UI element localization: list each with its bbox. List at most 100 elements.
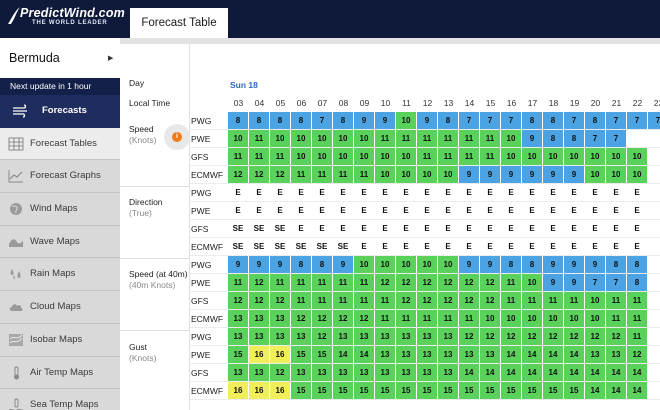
info-button[interactable]: i: [164, 124, 190, 150]
forecast-cell: 7: [606, 274, 626, 291]
forecast-cell: E: [627, 184, 647, 201]
forecast-cell: 7: [648, 112, 660, 129]
forecast-cell: 11: [312, 166, 332, 183]
forecast-cell: 12: [501, 328, 521, 345]
forecast-cell: 12: [270, 292, 290, 309]
model-label: PWG: [191, 116, 212, 126]
sidebar-item-isobar-maps[interactable]: Isobar Maps: [0, 323, 120, 357]
forecast-cell: 14: [501, 346, 521, 363]
forecast-cell: 7: [312, 112, 332, 129]
forecast-cell: E: [312, 184, 332, 201]
hour-header: 12: [422, 98, 433, 108]
sidebar-item-forecast-tables[interactable]: Forecast Tables: [0, 127, 120, 161]
group-units: (Knots): [129, 135, 157, 145]
forecast-cell: E: [585, 184, 605, 201]
model-label: PWG: [191, 260, 212, 270]
model-label: PWE: [191, 278, 211, 288]
forecast-cell: E: [480, 202, 500, 219]
forecast-cell: 13: [375, 328, 395, 345]
forecast-cell: 8: [627, 274, 647, 291]
location-selector[interactable]: Bermuda ▶: [0, 38, 120, 78]
forecast-cell: 9: [543, 256, 563, 273]
forecast-cell: E: [354, 202, 374, 219]
forecast-cell: 14: [606, 364, 626, 381]
sidebar-item-rain-maps[interactable]: Rain Maps: [0, 258, 120, 292]
sea-temp-icon: [8, 398, 23, 410]
predictwind-logo[interactable]: PredictWind.com THE WORLD LEADER: [6, 4, 125, 32]
forecast-cell: 12: [459, 328, 479, 345]
forecast-cell: 12: [459, 274, 479, 291]
tab-forecast-table[interactable]: Forecast Table: [130, 8, 228, 38]
forecast-cell: E: [501, 202, 521, 219]
model-label: GFS: [191, 296, 209, 306]
forecast-cell: 10: [585, 310, 605, 327]
next-update-banner: Next update in 1 hour: [0, 78, 120, 95]
group-separator: [120, 186, 190, 187]
forecast-cell: 14: [480, 364, 500, 381]
forecast-cell: 10: [627, 148, 647, 165]
forecast-cell: 9: [543, 274, 563, 291]
table-icon: [8, 137, 24, 151]
cloud-icon: [9, 304, 23, 312]
forecast-cell: 12: [438, 274, 458, 291]
forecast-cell: 15: [354, 382, 374, 399]
forecast-cell: E: [396, 202, 416, 219]
forecast-cell: E: [522, 184, 542, 201]
hour-header: 11: [402, 98, 411, 108]
forecast-cell: 11: [249, 130, 269, 147]
forecast-cell: 9: [585, 256, 605, 273]
sidebar-item-air-temp-maps[interactable]: Air Temp Maps: [0, 356, 120, 390]
group-title: Speed (at 40m): [129, 269, 188, 279]
forecast-cell: 14: [627, 364, 647, 381]
forecast-cell: 7: [606, 130, 626, 147]
sidebar-item-cloud-maps[interactable]: Cloud Maps: [0, 291, 120, 324]
forecast-cell: 11: [417, 310, 437, 327]
forecast-cell: 11: [438, 310, 458, 327]
forecast-cell: 8: [501, 256, 521, 273]
forecast-cell: E: [501, 220, 521, 237]
group-title: Direction: [129, 197, 163, 207]
forecast-cell: 11: [333, 166, 353, 183]
forecast-cell: 11: [606, 310, 626, 327]
sidebar-item-forecast-graphs[interactable]: Forecast Graphs: [0, 160, 120, 194]
model-label: GFS: [191, 224, 209, 234]
sidebar-item-sea-temp-maps[interactable]: Sea Temp Maps: [0, 389, 120, 410]
hour-header: 09: [359, 98, 370, 108]
forecast-cell: 7: [501, 112, 521, 129]
sidebar-item-wave-maps[interactable]: Wave Maps: [0, 225, 120, 259]
forecast-cell: 11: [501, 292, 521, 309]
model-label: GFS: [191, 152, 209, 162]
forecast-cell: SE: [228, 220, 248, 237]
forecast-cell: E: [543, 220, 563, 237]
forecast-cell: 10: [585, 292, 605, 309]
forecast-cell: 14: [333, 346, 353, 363]
forecast-cell: E: [627, 202, 647, 219]
forecast-cell: E: [585, 238, 605, 255]
sidebar-item-label: Sea Temp Maps: [30, 399, 99, 410]
forecast-cell: E: [606, 220, 626, 237]
forecast-cell: 13: [270, 310, 290, 327]
forecast-cell: 8: [438, 112, 458, 129]
forecast-cell: E: [459, 184, 479, 201]
forecast-cell: 9: [564, 274, 584, 291]
forecast-cell: 15: [459, 382, 479, 399]
top-bar: PredictWind.com THE WORLD LEADER Forecas…: [0, 0, 660, 38]
model-label: PWE: [191, 206, 211, 216]
sidebar-item-label: Wind Maps: [30, 203, 78, 215]
forecast-cell: 10: [501, 130, 521, 147]
toolbar-strip: [120, 38, 660, 44]
forecast-cell: 12: [459, 292, 479, 309]
forecast-cell: 12: [228, 292, 248, 309]
forecast-cell: E: [564, 184, 584, 201]
forecast-cell: 10: [228, 130, 248, 147]
sidebar-item-forecasts[interactable]: Forecasts: [0, 95, 120, 128]
forecast-cell: E: [480, 238, 500, 255]
forecast-cell: 9: [564, 256, 584, 273]
forecast-cell: 10: [291, 148, 311, 165]
forecast-cell: 11: [291, 274, 311, 291]
forecast-cell: 15: [228, 346, 248, 363]
forecast-cell: E: [375, 220, 395, 237]
sidebar-item-wind-maps[interactable]: Wind Maps: [0, 193, 120, 226]
forecast-cell: 7: [564, 112, 584, 129]
forecast-cell: 10: [522, 148, 542, 165]
